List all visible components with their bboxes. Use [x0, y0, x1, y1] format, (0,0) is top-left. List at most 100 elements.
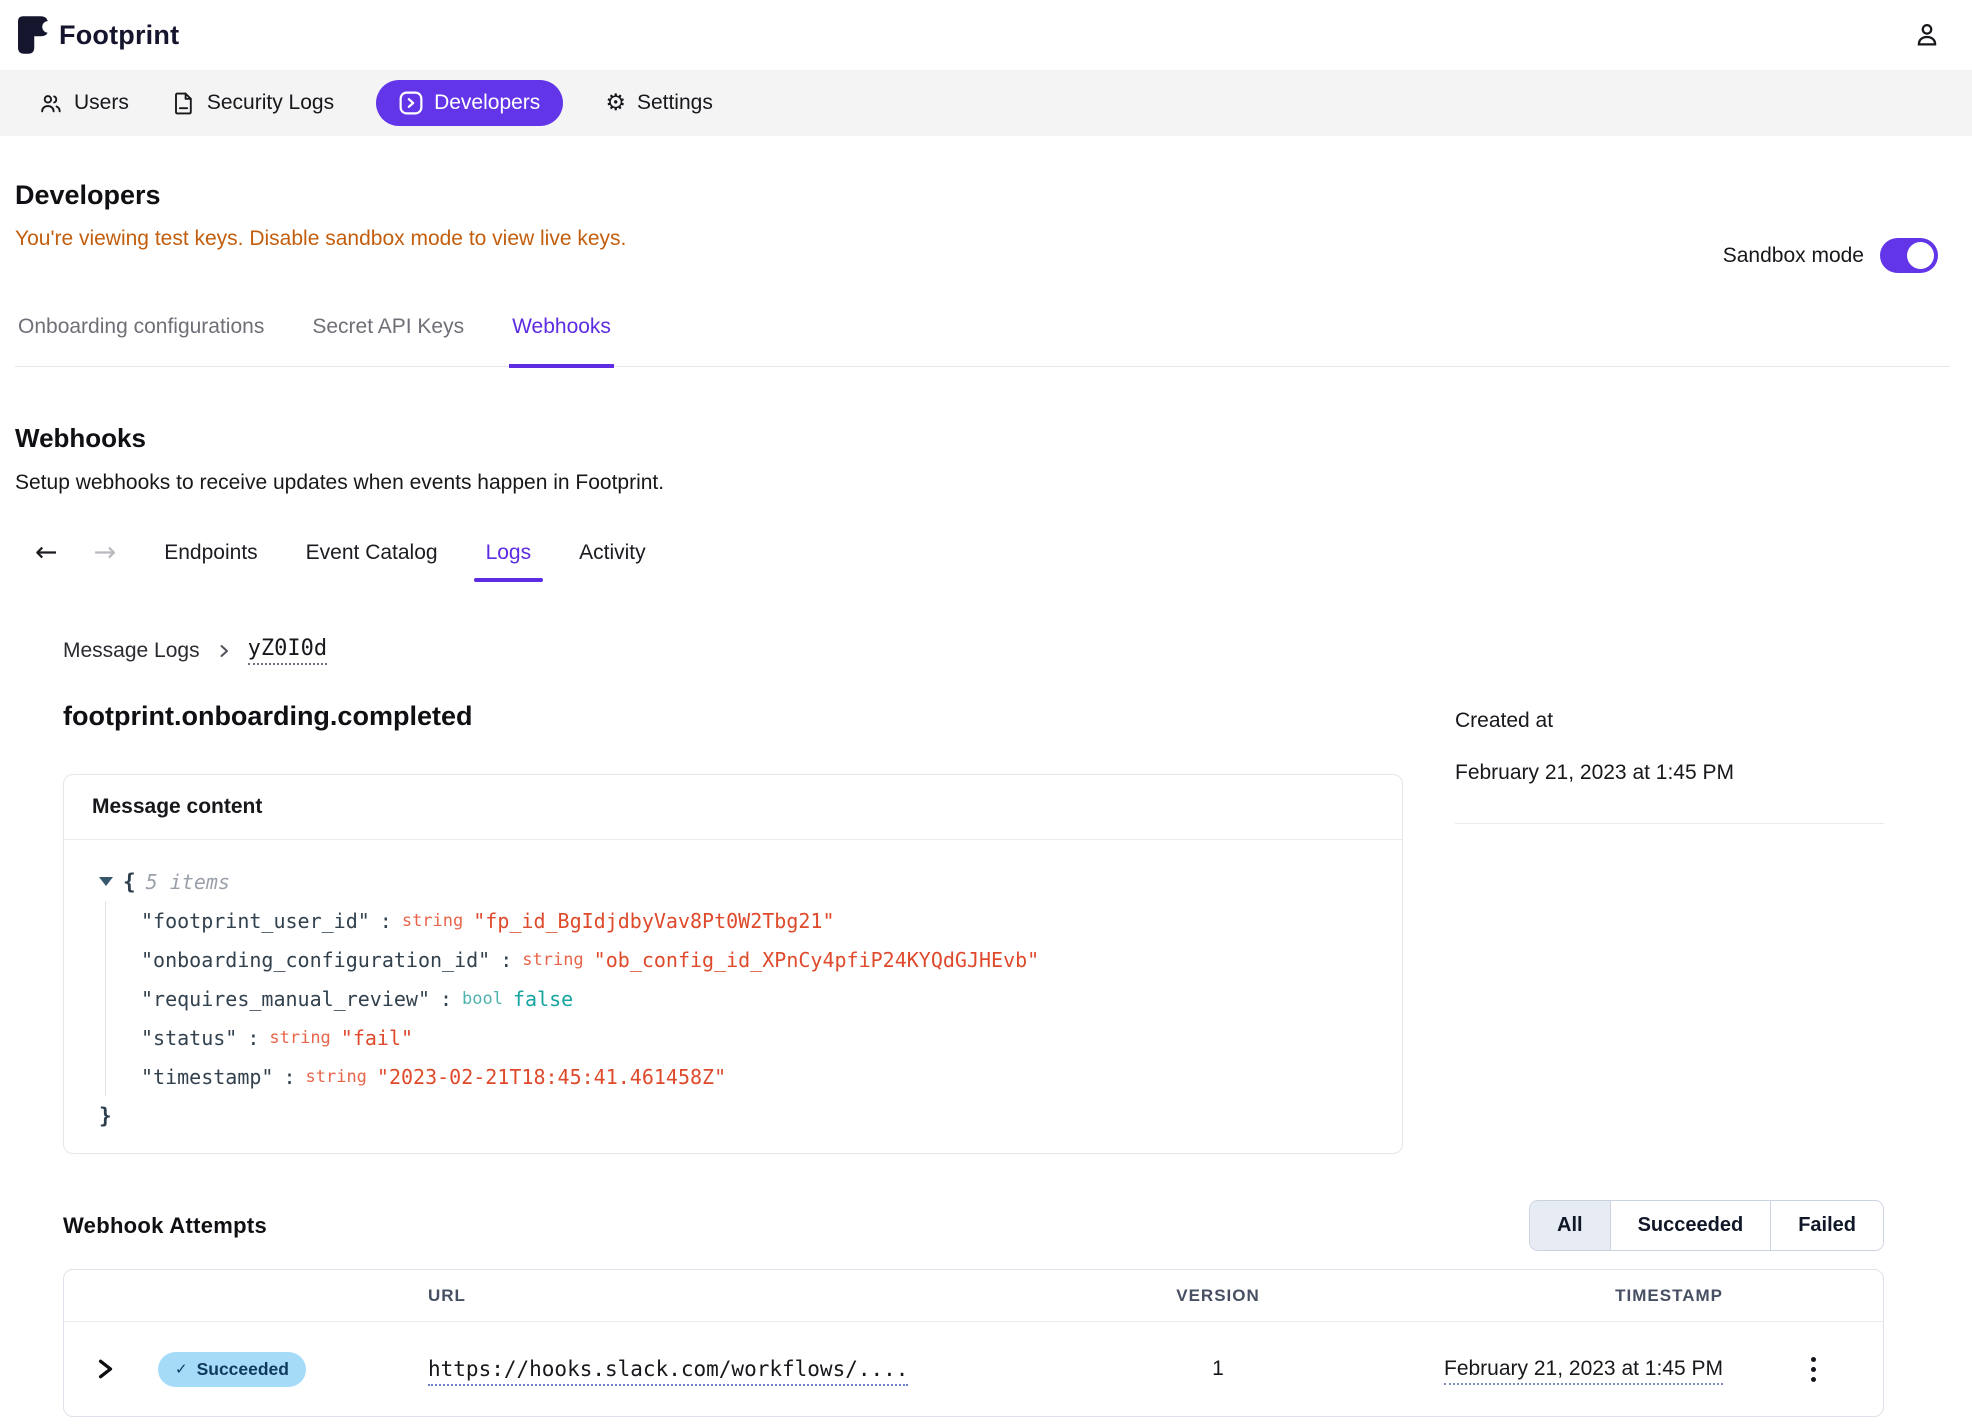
status-badge-label: Succeeded — [197, 1359, 289, 1380]
tab-secret-api-keys[interactable]: Secret API Keys — [309, 315, 467, 366]
subtab-event-catalog[interactable]: Event Catalog — [306, 541, 438, 565]
filter-failed[interactable]: Failed — [1770, 1201, 1883, 1250]
webhook-attempts-title: Webhook Attempts — [63, 1213, 267, 1239]
created-at-label: Created at — [1455, 709, 1884, 733]
column-header-version: VERSION — [1123, 1286, 1313, 1306]
json-type: string — [306, 1067, 367, 1087]
brand-name: Footprint — [59, 20, 179, 51]
nav-item-label: Users — [74, 91, 129, 115]
nav-item-label: Security Logs — [207, 91, 334, 115]
json-colon: : — [440, 987, 452, 1011]
chevron-right-icon — [216, 643, 232, 659]
code-icon — [399, 91, 423, 115]
subtab-logs[interactable]: Logs — [486, 541, 532, 565]
developer-tabs: Onboarding configurations Secret API Key… — [15, 315, 1950, 367]
forward-arrow-icon[interactable]: → — [94, 539, 117, 566]
json-value: "ob_config_id_XPnCy4pfiP24KYQdGJHEvb" — [594, 948, 1040, 972]
json-root-line: { 5 items — [99, 862, 1374, 901]
json-value: false — [513, 987, 573, 1011]
back-arrow-icon[interactable]: ← — [35, 539, 58, 566]
nav-item-users[interactable]: Users — [38, 91, 129, 116]
page-head: Developers You're viewing test keys. Dis… — [15, 180, 1950, 251]
footprint-logo-icon — [18, 16, 48, 54]
table-row[interactable]: ✓ Succeeded https://hooks.slack.com/work… — [64, 1322, 1883, 1416]
message-content-title: Message content — [64, 775, 1402, 840]
json-key: "timestamp" — [141, 1065, 273, 1089]
json-field-status: "status" : string "fail" — [141, 1018, 1374, 1057]
json-field-timestamp: "timestamp" : string "2023-02-21T18:45:4… — [141, 1057, 1374, 1096]
tab-onboarding-configurations[interactable]: Onboarding configurations — [15, 315, 267, 366]
json-type: string — [269, 1028, 330, 1048]
breadcrumb-log-id[interactable]: yZ0I0d — [248, 636, 327, 665]
timestamp-cell: February 21, 2023 at 1:45 PM — [1313, 1357, 1743, 1381]
filter-succeeded[interactable]: Succeeded — [1610, 1201, 1771, 1250]
message-content-card: Message content { 5 items "footprint_use… — [63, 774, 1403, 1154]
json-value: "fp_id_BgIdjdbyVav8Pt0W2Tbg21" — [473, 909, 834, 933]
document-icon — [171, 91, 196, 116]
json-type: string — [402, 911, 463, 931]
subtab-endpoints[interactable]: Endpoints — [164, 541, 257, 565]
json-key: "requires_manual_review" — [141, 987, 430, 1011]
json-type: bool — [462, 989, 503, 1009]
nav-item-developers[interactable]: Developers — [376, 80, 563, 126]
webhooks-subtabs: Endpoints Event Catalog Logs Activity — [164, 541, 645, 565]
subtab-activity[interactable]: Activity — [579, 541, 646, 565]
json-type: string — [522, 950, 583, 970]
log-detail-section: Message Logs yZ0I0d footprint.onboarding… — [63, 636, 1884, 1417]
expand-row-button[interactable] — [94, 1357, 158, 1381]
check-icon: ✓ — [175, 1360, 188, 1378]
detail-left-column: footprint.onboarding.completed Message c… — [63, 701, 1403, 1154]
kebab-menu-icon — [1811, 1357, 1816, 1362]
json-open-brace: { — [123, 870, 136, 894]
json-viewer: { 5 items "footprint_user_id" : string "… — [64, 840, 1402, 1153]
breadcrumb: Message Logs yZ0I0d — [63, 636, 1884, 665]
status-cell: ✓ Succeeded — [158, 1352, 416, 1387]
tab-webhooks[interactable]: Webhooks — [509, 315, 614, 368]
webhooks-description: Setup webhooks to receive updates when e… — [15, 471, 1950, 495]
filter-all[interactable]: All — [1530, 1201, 1610, 1250]
sandbox-mode-control: Sandbox mode — [1723, 238, 1938, 273]
json-key: "onboarding_configuration_id" — [141, 948, 490, 972]
json-value: "fail" — [341, 1026, 413, 1050]
person-icon — [1912, 20, 1942, 50]
row-menu-button[interactable] — [1743, 1357, 1883, 1382]
column-header-timestamp: TIMESTAMP — [1313, 1286, 1743, 1306]
status-badge: ✓ Succeeded — [158, 1352, 306, 1387]
account-button[interactable] — [1912, 20, 1942, 50]
nav-item-label: Developers — [434, 91, 540, 115]
brand-logo[interactable]: Footprint — [18, 16, 179, 54]
breadcrumb-message-logs[interactable]: Message Logs — [63, 639, 200, 663]
event-name: footprint.onboarding.completed — [63, 701, 1403, 732]
sandbox-warning-text: You're viewing test keys. Disable sandbo… — [15, 227, 1950, 251]
json-field-footprint-user-id: "footprint_user_id" : string "fp_id_BgId… — [141, 901, 1374, 940]
main-content: Developers You're viewing test keys. Dis… — [0, 180, 1972, 1417]
collapse-triangle-icon[interactable] — [99, 877, 113, 886]
toggle-knob-icon — [1907, 242, 1934, 269]
json-field-onboarding-configuration-id: "onboarding_configuration_id" : string "… — [141, 940, 1374, 979]
users-icon — [38, 91, 63, 116]
sandbox-mode-label: Sandbox mode — [1723, 244, 1864, 268]
top-header: Footprint — [0, 0, 1972, 70]
primary-nav: Users Security Logs Developers ⚙ Setting… — [0, 70, 1972, 136]
nav-item-security-logs[interactable]: Security Logs — [171, 91, 334, 116]
attempt-url[interactable]: https://hooks.slack.com/workflows/.... — [428, 1357, 908, 1386]
json-colon: : — [283, 1065, 295, 1089]
webhook-attempts-header: Webhook Attempts All Succeeded Failed — [63, 1200, 1884, 1251]
json-close-brace: } — [99, 1104, 112, 1128]
attempts-filter: All Succeeded Failed — [1529, 1200, 1884, 1251]
nav-item-settings[interactable]: ⚙ Settings — [605, 91, 713, 115]
attempt-timestamp[interactable]: February 21, 2023 at 1:45 PM — [1444, 1357, 1723, 1385]
detail-right-column: Created at February 21, 2023 at 1:45 PM — [1455, 701, 1884, 824]
expand-chevron-icon — [94, 1357, 116, 1381]
json-children: "footprint_user_id" : string "fp_id_BgId… — [105, 901, 1374, 1096]
url-cell: https://hooks.slack.com/workflows/.... — [416, 1357, 1123, 1381]
json-field-requires-manual-review: "requires_manual_review" : bool false — [141, 979, 1374, 1018]
app-screen: Footprint Users Security — [0, 0, 1972, 1426]
json-colon: : — [247, 1026, 259, 1050]
json-colon: : — [380, 909, 392, 933]
json-key: "footprint_user_id" — [141, 909, 370, 933]
sandbox-mode-toggle[interactable] — [1880, 238, 1938, 273]
created-at-value: February 21, 2023 at 1:45 PM — [1455, 761, 1884, 785]
attempt-version: 1 — [1123, 1357, 1313, 1381]
table-header-row: URL VERSION TIMESTAMP — [64, 1270, 1883, 1322]
